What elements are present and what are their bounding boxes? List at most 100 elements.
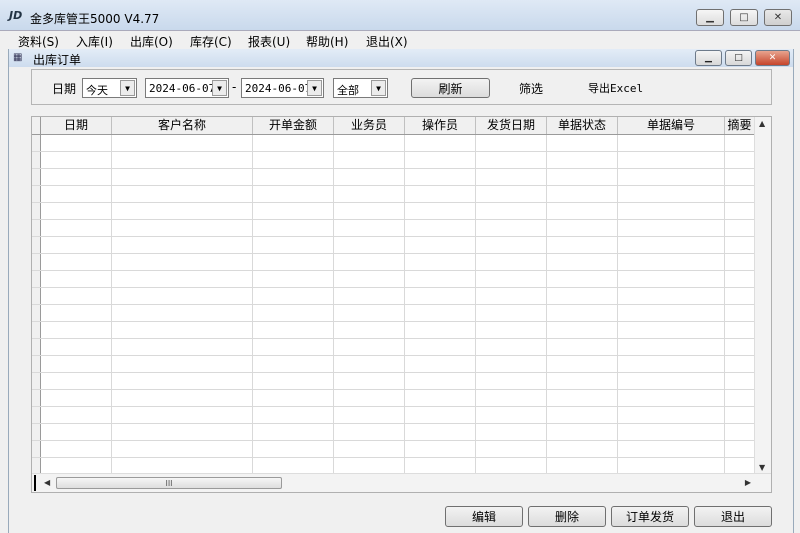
table-cell[interactable] xyxy=(547,339,618,355)
table-cell[interactable] xyxy=(618,288,725,304)
table-cell[interactable] xyxy=(112,339,253,355)
table-row[interactable] xyxy=(32,356,771,373)
table-cell[interactable] xyxy=(618,373,725,389)
table-cell[interactable] xyxy=(112,254,253,270)
menu-item-reports[interactable]: 报表(U) xyxy=(248,33,290,50)
table-cell[interactable] xyxy=(405,135,476,151)
table-cell[interactable] xyxy=(112,220,253,236)
table-cell[interactable] xyxy=(112,237,253,253)
table-row[interactable] xyxy=(32,203,771,220)
table-cell[interactable] xyxy=(334,407,405,423)
table-cell[interactable] xyxy=(476,407,547,423)
table-row[interactable] xyxy=(32,305,771,322)
table-cell[interactable] xyxy=(334,424,405,440)
table-cell[interactable] xyxy=(112,373,253,389)
table-cell[interactable] xyxy=(253,305,334,321)
table-cell[interactable] xyxy=(618,305,725,321)
table-cell[interactable] xyxy=(725,424,755,440)
column-header-date[interactable]: 日期 xyxy=(41,117,112,134)
row-header[interactable] xyxy=(32,339,41,355)
table-cell[interactable] xyxy=(253,356,334,372)
table-cell[interactable] xyxy=(334,237,405,253)
table-cell[interactable] xyxy=(725,254,755,270)
table-cell[interactable] xyxy=(476,356,547,372)
table-cell[interactable] xyxy=(405,407,476,423)
table-cell[interactable] xyxy=(41,220,112,236)
ship-order-button[interactable]: 订单发货 xyxy=(611,506,689,527)
column-header-operator[interactable]: 操作员 xyxy=(405,117,476,134)
table-cell[interactable] xyxy=(405,237,476,253)
table-cell[interactable] xyxy=(334,186,405,202)
table-cell[interactable] xyxy=(405,169,476,185)
maximize-button[interactable]: □ xyxy=(730,9,758,26)
table-cell[interactable] xyxy=(41,186,112,202)
table-cell[interactable] xyxy=(334,339,405,355)
table-cell[interactable] xyxy=(725,203,755,219)
table-cell[interactable] xyxy=(476,390,547,406)
row-header[interactable] xyxy=(32,288,41,304)
table-cell[interactable] xyxy=(405,373,476,389)
table-row[interactable] xyxy=(32,441,771,458)
table-cell[interactable] xyxy=(725,237,755,253)
table-cell[interactable] xyxy=(334,203,405,219)
table-cell[interactable] xyxy=(112,407,253,423)
menu-item-exit[interactable]: 退出(X) xyxy=(366,33,408,50)
table-cell[interactable] xyxy=(618,152,725,168)
table-cell[interactable] xyxy=(405,220,476,236)
table-cell[interactable] xyxy=(547,458,618,474)
table-row[interactable] xyxy=(32,220,771,237)
table-cell[interactable] xyxy=(334,135,405,151)
table-cell[interactable] xyxy=(41,288,112,304)
table-cell[interactable] xyxy=(618,339,725,355)
table-cell[interactable] xyxy=(725,407,755,423)
table-cell[interactable] xyxy=(476,152,547,168)
row-header[interactable] xyxy=(32,458,41,474)
filter-link[interactable]: 筛选 xyxy=(519,80,543,97)
table-row[interactable] xyxy=(32,135,771,152)
table-row[interactable] xyxy=(32,271,771,288)
table-cell[interactable] xyxy=(547,254,618,270)
row-header[interactable] xyxy=(32,271,41,287)
table-cell[interactable] xyxy=(476,305,547,321)
table-row[interactable] xyxy=(32,288,771,305)
table-cell[interactable] xyxy=(618,407,725,423)
row-header[interactable] xyxy=(32,152,41,168)
scroll-down-icon[interactable]: ▼ xyxy=(759,463,765,472)
table-cell[interactable] xyxy=(41,424,112,440)
table-cell[interactable] xyxy=(41,135,112,151)
table-cell[interactable] xyxy=(253,373,334,389)
table-cell[interactable] xyxy=(334,254,405,270)
table-cell[interactable] xyxy=(41,458,112,474)
table-cell[interactable] xyxy=(253,135,334,151)
table-cell[interactable] xyxy=(547,169,618,185)
table-cell[interactable] xyxy=(476,458,547,474)
table-cell[interactable] xyxy=(112,305,253,321)
table-cell[interactable] xyxy=(618,322,725,338)
child-close-button[interactable]: ✕ xyxy=(755,50,790,66)
table-cell[interactable] xyxy=(112,356,253,372)
table-cell[interactable] xyxy=(253,441,334,457)
table-cell[interactable] xyxy=(41,271,112,287)
chevron-down-icon[interactable]: ▼ xyxy=(307,80,322,96)
table-cell[interactable] xyxy=(618,220,725,236)
table-cell[interactable] xyxy=(253,220,334,236)
table-cell[interactable] xyxy=(725,186,755,202)
table-cell[interactable] xyxy=(476,339,547,355)
table-row[interactable] xyxy=(32,169,771,186)
table-cell[interactable] xyxy=(41,373,112,389)
table-cell[interactable] xyxy=(618,390,725,406)
menu-item-inventory[interactable]: 库存(C) xyxy=(190,33,232,50)
table-cell[interactable] xyxy=(334,356,405,372)
scroll-right-icon[interactable]: ▶ xyxy=(745,478,751,487)
row-header[interactable] xyxy=(32,407,41,423)
row-header[interactable] xyxy=(32,169,41,185)
table-cell[interactable] xyxy=(112,288,253,304)
table-cell[interactable] xyxy=(547,441,618,457)
table-cell[interactable] xyxy=(112,390,253,406)
table-cell[interactable] xyxy=(618,254,725,270)
child-maximize-button[interactable]: □ xyxy=(725,50,752,66)
chevron-down-icon[interactable]: ▼ xyxy=(120,80,135,96)
table-cell[interactable] xyxy=(334,152,405,168)
row-header[interactable] xyxy=(32,373,41,389)
table-cell[interactable] xyxy=(405,339,476,355)
